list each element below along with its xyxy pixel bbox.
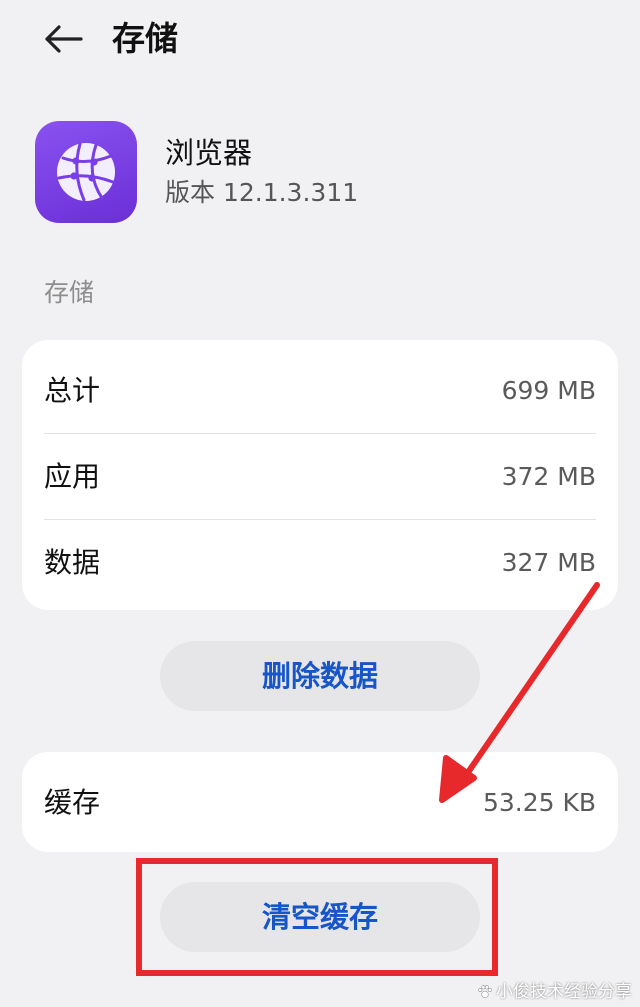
app-version: 版本 12.1.3.311 [165, 178, 359, 207]
watermark-text: 小俊技术经验分享 [496, 982, 632, 1002]
browser-globe-icon [57, 142, 115, 202]
watermark: 小俊技术经验分享 [477, 981, 632, 1003]
row-label: 数据 [44, 546, 101, 579]
cache-row: 缓存 53.25 KB [44, 760, 596, 845]
storage-row-total: 总计 699 MB [44, 348, 596, 433]
paw-logo-icon [478, 985, 492, 999]
annotation-highlight-box [136, 858, 498, 976]
browser-app-icon [35, 121, 137, 223]
storage-row-app: 应用 372 MB [44, 434, 596, 519]
row-value: 53.25 KB [482, 788, 596, 817]
row-value: 327 MB [501, 548, 596, 577]
page-title: 存储 [112, 19, 178, 58]
row-label: 应用 [44, 460, 101, 493]
row-value: 372 MB [501, 462, 596, 491]
app-name: 浏览器 [165, 136, 253, 170]
delete-data-button[interactable]: 删除数据 [160, 641, 480, 711]
row-label: 缓存 [44, 786, 101, 819]
storage-row-data: 数据 327 MB [44, 520, 596, 605]
section-title-storage: 存储 [44, 278, 95, 307]
storage-card: 总计 699 MB 应用 372 MB 数据 327 MB [22, 340, 618, 610]
row-label: 总计 [44, 374, 101, 407]
back-button[interactable] [40, 18, 86, 60]
arrow-left-icon [45, 25, 83, 53]
row-value: 699 MB [501, 376, 596, 405]
cache-card: 缓存 53.25 KB [22, 752, 618, 852]
top-bar: 存储 [0, 0, 640, 80]
